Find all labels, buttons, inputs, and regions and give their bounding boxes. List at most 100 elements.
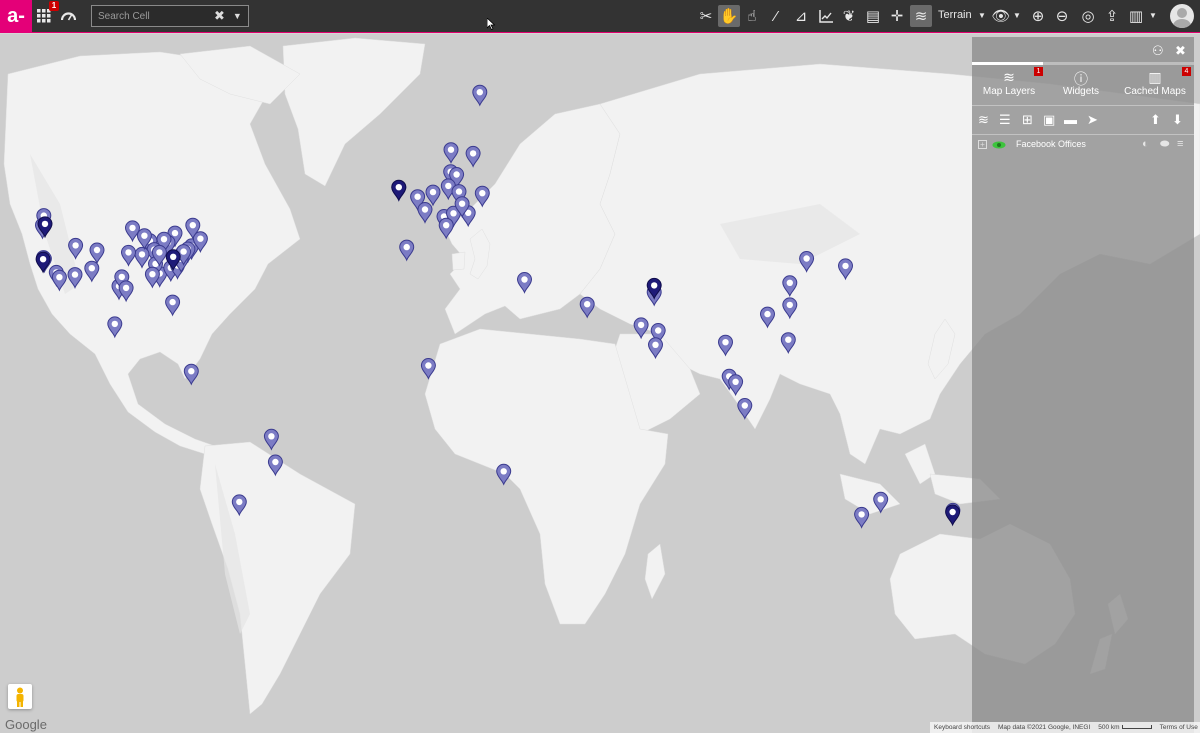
close-icon[interactable]: ✖: [1175, 43, 1186, 59]
tag-icon[interactable]: ⬬: [1160, 138, 1169, 151]
office-pin-selected[interactable]: [35, 251, 51, 274]
office-pin[interactable]: [474, 185, 490, 208]
tab-cached-maps[interactable]: ▥ Cached Maps 4: [1118, 67, 1192, 97]
zoom-out-icon[interactable]: ⊖: [1051, 5, 1073, 27]
office-pin[interactable]: [472, 84, 488, 107]
dashboard-icon[interactable]: [57, 5, 79, 27]
office-pin[interactable]: [799, 251, 815, 273]
office-pin[interactable]: [496, 463, 512, 486]
leaf-icon[interactable]: ❦: [838, 5, 860, 27]
office-pin[interactable]: [107, 316, 123, 339]
crosshair-icon[interactable]: ✛: [886, 5, 908, 27]
hand-pan-icon[interactable]: ✋: [718, 5, 740, 27]
move-up-icon[interactable]: ⬆: [1150, 112, 1161, 128]
office-pin[interactable]: [465, 145, 481, 168]
office-pin[interactable]: [780, 332, 796, 355]
briefcase-icon[interactable]: ▬: [1064, 112, 1077, 127]
menu-icon[interactable]: ≡: [1177, 138, 1183, 150]
street-view-pegman-icon[interactable]: [8, 684, 32, 709]
side-panel: ⚇ ✖ ≋ Map Layers 1 ⓘ Widgets ▥ Cached Ma…: [972, 37, 1194, 733]
office-pin-selected[interactable]: [945, 504, 961, 527]
panel-header: ⚇ ✖: [972, 37, 1194, 65]
tab-map-layers[interactable]: ≋ Map Layers 1: [972, 67, 1046, 97]
office-pin[interactable]: [837, 258, 854, 281]
clear-search-icon[interactable]: ✖: [214, 8, 225, 24]
pointer-hand-icon[interactable]: ☝: [741, 5, 763, 27]
office-pin[interactable]: [84, 260, 100, 283]
tools-icon[interactable]: ✂: [695, 5, 717, 27]
add-layer-icon[interactable]: ⊞: [1022, 112, 1033, 128]
office-pin[interactable]: [183, 363, 199, 386]
office-pin[interactable]: [67, 267, 83, 289]
office-pin[interactable]: [231, 494, 247, 517]
chart-icon[interactable]: [815, 5, 837, 27]
office-pin[interactable]: [68, 237, 84, 260]
search-dropdown-icon[interactable]: ▼: [233, 11, 242, 21]
list-icon[interactable]: ☰: [999, 112, 1011, 128]
tab-widgets-label: Widgets: [1062, 86, 1100, 97]
tab-cached-maps-label: Cached Maps: [1124, 86, 1186, 97]
app-logo[interactable]: a-: [0, 0, 32, 33]
search-input[interactable]: [92, 10, 210, 22]
layers-icon[interactable]: ≋: [910, 5, 932, 27]
zoom-in-icon[interactable]: ⊕: [1027, 5, 1049, 27]
layer-name: Facebook Offices: [1016, 139, 1086, 149]
office-pin[interactable]: [420, 358, 436, 380]
office-pin[interactable]: [165, 294, 181, 317]
office-pin[interactable]: [647, 337, 664, 360]
office-pin[interactable]: [633, 317, 649, 340]
move-down-icon[interactable]: ⬇: [1172, 112, 1183, 128]
globe-icon[interactable]: ◎: [1077, 5, 1099, 27]
expand-layer-icon[interactable]: +: [978, 140, 987, 149]
tab-widgets[interactable]: ⓘ Widgets: [1044, 69, 1118, 97]
opacity-icon[interactable]: ◐: [1142, 138, 1149, 150]
office-pin[interactable]: [399, 239, 415, 262]
map-image-icon[interactable]: ▤: [862, 5, 884, 27]
eye-icon[interactable]: 👁: [990, 5, 1012, 27]
map-data-text: Map data ©2021 Google, INEGI: [998, 724, 1091, 731]
keyboard-shortcuts-link[interactable]: Keyboard shortcuts: [934, 724, 990, 731]
office-pin[interactable]: [443, 142, 459, 165]
office-pin[interactable]: [51, 269, 67, 292]
office-pin-selected[interactable]: [391, 179, 407, 202]
handshake-icon[interactable]: ⚇: [1152, 43, 1164, 59]
office-pin[interactable]: [516, 272, 533, 294]
office-pin[interactable]: [873, 491, 889, 514]
eye-dropdown-icon[interactable]: ▼: [1013, 11, 1021, 20]
office-pin[interactable]: [89, 242, 105, 265]
map-dropdown-icon[interactable]: ▼: [1149, 11, 1157, 20]
office-pin[interactable]: [728, 374, 744, 397]
office-pin[interactable]: [120, 244, 137, 267]
measure-icon[interactable]: ⊿: [790, 5, 812, 27]
office-pin[interactable]: [134, 246, 150, 269]
office-pin[interactable]: [417, 202, 433, 224]
office-pin[interactable]: [579, 296, 595, 319]
scale-bar[interactable]: 500 km: [1098, 724, 1152, 731]
top-toolbar: a- 1 ✖ ▼ ✂ ✋ ☝ ⁄ ⊿ ❦ ▤ ✛ ≋ Terrain ▼ 👁 ▼…: [0, 0, 1200, 33]
office-pin[interactable]: [782, 275, 798, 298]
office-pin[interactable]: [144, 266, 160, 289]
layers-stack-icon[interactable]: ≋: [978, 112, 989, 128]
office-pin[interactable]: [854, 506, 870, 529]
share-icon[interactable]: ⇪: [1101, 5, 1123, 27]
office-pin[interactable]: [782, 297, 798, 320]
office-pin[interactable]: [737, 398, 753, 420]
office-pin[interactable]: [425, 184, 441, 207]
office-pin[interactable]: [267, 454, 283, 477]
office-pin[interactable]: [438, 217, 454, 240]
office-pin[interactable]: [717, 334, 734, 357]
basemap-selector[interactable]: Terrain: [938, 9, 972, 21]
visibility-eye-icon[interactable]: [992, 139, 1006, 151]
clipboard-icon[interactable]: ▣: [1043, 112, 1055, 128]
layer-item-facebook-offices[interactable]: + Facebook Offices ◐ ⬬ ≡: [972, 135, 1194, 157]
office-pin[interactable]: [759, 306, 776, 329]
user-avatar-icon[interactable]: [1170, 4, 1194, 28]
map-icon[interactable]: ▥: [1125, 5, 1147, 27]
terms-of-use-link[interactable]: Terms of Use: [1160, 724, 1198, 731]
office-pin[interactable]: [263, 428, 279, 451]
office-pin[interactable]: [118, 280, 134, 303]
basemap-dropdown-icon[interactable]: ▼: [978, 11, 986, 20]
send-icon[interactable]: ➤: [1087, 112, 1098, 128]
apps-grid-icon[interactable]: 1: [33, 1, 59, 27]
magic-wand-icon[interactable]: ⁄: [765, 5, 787, 27]
